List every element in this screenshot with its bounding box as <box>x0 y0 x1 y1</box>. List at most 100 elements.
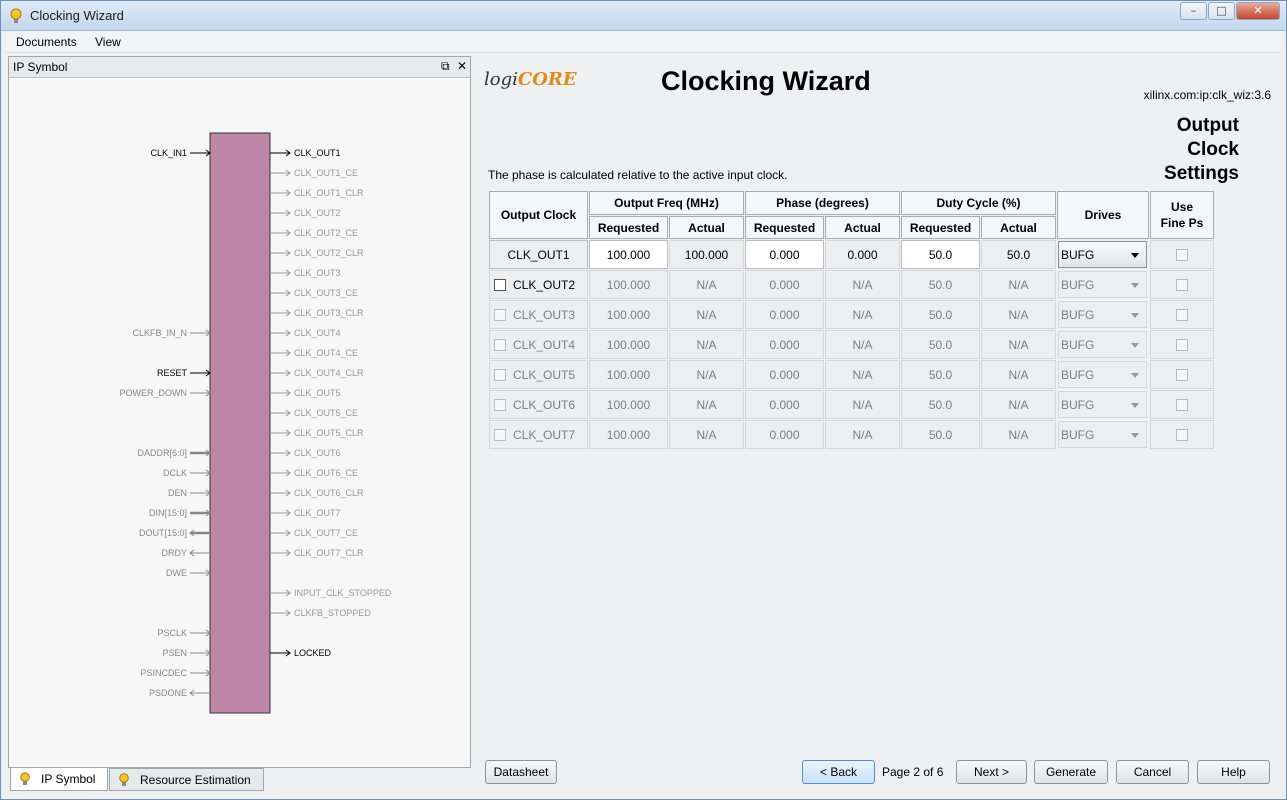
duty-requested-cell[interactable]: 50.0 <box>901 330 980 359</box>
pin-label: CLKFB_IN_N <box>132 328 187 338</box>
freq-requested-cell[interactable]: 100.000 <box>589 300 668 329</box>
use-fine-ps-cell <box>1150 300 1214 329</box>
drives-select[interactable]: BUFG <box>1058 421 1147 448</box>
phase-requested-cell[interactable]: 0.000 <box>745 270 824 299</box>
duty-requested-cell[interactable]: 50.0 <box>901 420 980 449</box>
use-fine-ps-checkbox[interactable] <box>1176 278 1188 291</box>
use-fine-ps-checkbox[interactable] <box>1176 308 1188 321</box>
output-clock-name-cell[interactable]: CLK_OUT7 <box>489 420 588 449</box>
freq-actual-cell: N/A <box>669 420 744 449</box>
freq-requested-cell[interactable]: 100.000 <box>589 390 668 419</box>
pin-label: CLK_IN1 <box>150 148 187 158</box>
freq-requested-cell[interactable]: 100.000 <box>589 270 668 299</box>
datasheet-button[interactable]: Datasheet <box>485 760 557 784</box>
output-pin: CLK_OUT7 <box>270 508 341 518</box>
enable-output-checkbox[interactable] <box>494 428 506 441</box>
drives-select[interactable]: BUFG <box>1058 361 1147 388</box>
output-pin: CLK_OUT5 <box>270 388 341 398</box>
freq-actual-cell: N/A <box>669 360 744 389</box>
use-fine-ps-checkbox[interactable] <box>1176 368 1188 381</box>
maximize-icon[interactable]: □ <box>1208 2 1235 20</box>
freq-requested-cell[interactable]: 100.000 <box>589 240 668 269</box>
menu-view[interactable]: View <box>95 35 121 49</box>
output-clock-name-cell[interactable]: CLK_OUT5 <box>489 360 588 389</box>
output-clock-name-cell[interactable]: CLK_OUT4 <box>489 330 588 359</box>
duty-requested-cell[interactable]: 50.0 <box>901 360 980 389</box>
duty-actual-cell: N/A <box>981 420 1056 449</box>
phase-requested-cell[interactable]: 0.000 <box>745 390 824 419</box>
use-fine-ps-checkbox[interactable] <box>1176 428 1188 441</box>
use-fine-ps-checkbox[interactable] <box>1176 398 1188 411</box>
menu-documents[interactable]: Documents <box>16 35 77 49</box>
drives-select[interactable]: BUFG <box>1058 271 1147 298</box>
output-pin: CLK_OUT2_CE <box>270 228 358 238</box>
tab-resource-estimation[interactable]: Resource Estimation <box>109 768 264 791</box>
close-window-icon[interactable]: ✕ <box>1236 2 1280 20</box>
header-freq-requested: Requested <box>589 216 668 239</box>
pin-label: CLK_OUT1 <box>294 148 341 158</box>
pin-label: RESET <box>157 368 188 378</box>
phase-actual-cell: 0.000 <box>825 240 900 269</box>
drives-select[interactable]: BUFG <box>1058 331 1147 358</box>
chevron-down-icon <box>1131 343 1139 348</box>
freq-requested-cell[interactable]: 100.000 <box>589 360 668 389</box>
logicore-logo: logiCORE <box>484 69 577 90</box>
next-button[interactable]: Next > <box>956 760 1027 784</box>
output-pin: CLK_OUT3_CE <box>270 288 358 298</box>
header-duty-cycle: Duty Cycle (%) <box>901 191 1056 215</box>
phase-requested-cell[interactable]: 0.000 <box>745 420 824 449</box>
restore-icon[interactable]: ⧉ <box>441 59 450 74</box>
output-pin: CLK_OUT4_CE <box>270 348 358 358</box>
output-clock-name-cell[interactable]: CLK_OUT2 <box>489 270 588 299</box>
output-pin: CLK_OUT3_CLR <box>270 308 364 318</box>
generate-button[interactable]: Generate <box>1034 760 1108 784</box>
tab-ip-symbol[interactable]: IP Symbol <box>10 768 108 791</box>
use-fine-ps-cell <box>1150 270 1214 299</box>
output-clock-name-cell[interactable]: CLK_OUT6 <box>489 390 588 419</box>
output-clock-name-cell[interactable]: CLK_OUT3 <box>489 300 588 329</box>
output-pin: CLK_OUT4 <box>270 328 341 338</box>
pin-label: DRDY <box>161 548 187 558</box>
enable-output-checkbox[interactable] <box>494 398 506 411</box>
help-button[interactable]: Help <box>1197 760 1270 784</box>
back-button[interactable]: < Back <box>802 760 875 784</box>
phase-requested-cell[interactable]: 0.000 <box>745 240 824 269</box>
enable-output-checkbox[interactable] <box>494 368 506 381</box>
use-fine-ps-cell <box>1150 240 1214 269</box>
duty-requested-cell[interactable]: 50.0 <box>901 300 980 329</box>
phase-info-text: The phase is calculated relative to the … <box>488 168 788 182</box>
output-pin: CLK_OUT3 <box>270 268 341 278</box>
enable-output-checkbox[interactable] <box>494 338 506 351</box>
header-output-freq: Output Freq (MHz) <box>589 191 744 215</box>
phase-requested-cell[interactable]: 0.000 <box>745 330 824 359</box>
minimize-icon[interactable]: – <box>1180 2 1207 20</box>
use-fine-ps-checkbox[interactable] <box>1176 338 1188 351</box>
close-icon[interactable]: ✕ <box>457 59 467 73</box>
chevron-down-icon <box>1131 433 1139 438</box>
output-pin: INPUT_CLK_STOPPED <box>270 588 392 598</box>
drives-select[interactable]: BUFG <box>1058 241 1147 268</box>
freq-requested-cell[interactable]: 100.000 <box>589 330 668 359</box>
duty-requested-cell[interactable]: 50.0 <box>901 270 980 299</box>
phase-requested-cell[interactable]: 0.000 <box>745 300 824 329</box>
drives-select[interactable]: BUFG <box>1058 301 1147 328</box>
window-controls: – □ ✕ <box>1179 2 1280 20</box>
use-fine-ps-checkbox[interactable] <box>1176 248 1188 261</box>
ip-vlnv: xilinx.com:ip:clk_wiz:3.6 <box>1143 88 1271 102</box>
duty-requested-cell[interactable]: 50.0 <box>901 240 980 269</box>
freq-actual-cell: N/A <box>669 330 744 359</box>
duty-actual-cell: N/A <box>981 330 1056 359</box>
pin-label: CLK_OUT1_CLR <box>294 188 364 198</box>
enable-output-checkbox[interactable] <box>494 278 506 291</box>
tab-label: IP Symbol <box>41 772 96 786</box>
chevron-down-icon <box>1131 253 1139 258</box>
output-clock-label: CLK_OUT3 <box>513 307 576 322</box>
ip-symbol-diagram: CLK_IN1 CLKFB_IN_N RESET POWER_DOWN DADDR[6:… <box>120 132 392 714</box>
drives-select[interactable]: BUFG <box>1058 391 1147 418</box>
phase-requested-cell[interactable]: 0.000 <box>745 360 824 389</box>
freq-requested-cell[interactable]: 100.000 <box>589 420 668 449</box>
duty-requested-cell[interactable]: 50.0 <box>901 390 980 419</box>
cancel-button[interactable]: Cancel <box>1116 760 1189 784</box>
clocking-wizard-window: Clocking Wizard – □ ✕ Documents View IP … <box>0 0 1287 800</box>
enable-output-checkbox[interactable] <box>494 308 506 321</box>
